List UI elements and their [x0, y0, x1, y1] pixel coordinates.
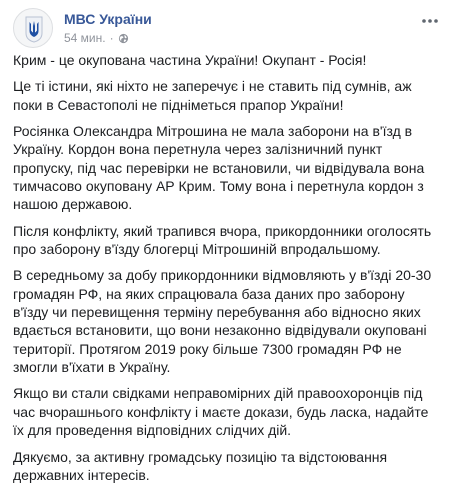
more-options-button[interactable]	[420, 14, 440, 28]
post-header: МВС України 54 мин. ·	[13, 8, 450, 48]
more-options-icon	[422, 19, 438, 23]
trident-icon	[25, 16, 43, 43]
post-paragraph: Крим - це окупована частина України! Оку…	[13, 52, 367, 68]
post-paragraph: Після конфлікту, який трапився вчора, пр…	[13, 222, 432, 258]
page-name-link[interactable]: МВС України	[64, 11, 152, 27]
meta-separator: ·	[109, 31, 114, 45]
post-timestamp[interactable]: 54 мин.	[64, 31, 106, 45]
post-paragraph: Це ті істини, які ніхто не заперечує і н…	[13, 78, 412, 113]
facebook-post: МВС України 54 мин. · Крим - це окупован…	[0, 0, 450, 483]
post-meta: 54 мин. ·	[64, 31, 129, 45]
post-paragraph: В середньому за добу прикордонники відмо…	[13, 267, 432, 376]
globe-icon[interactable]	[118, 33, 129, 44]
post-body: Крим - це окупована частина України! Оку…	[13, 51, 441, 492]
post-paragraph: Дякуємо, за активну громадську позицію т…	[13, 448, 388, 483]
page-avatar[interactable]	[13, 8, 53, 48]
post-paragraph: Росіянка Олександра Мітрошина не мала за…	[13, 122, 425, 213]
post-paragraph: Якщо ви стали свідками неправомірних дій…	[13, 385, 429, 439]
